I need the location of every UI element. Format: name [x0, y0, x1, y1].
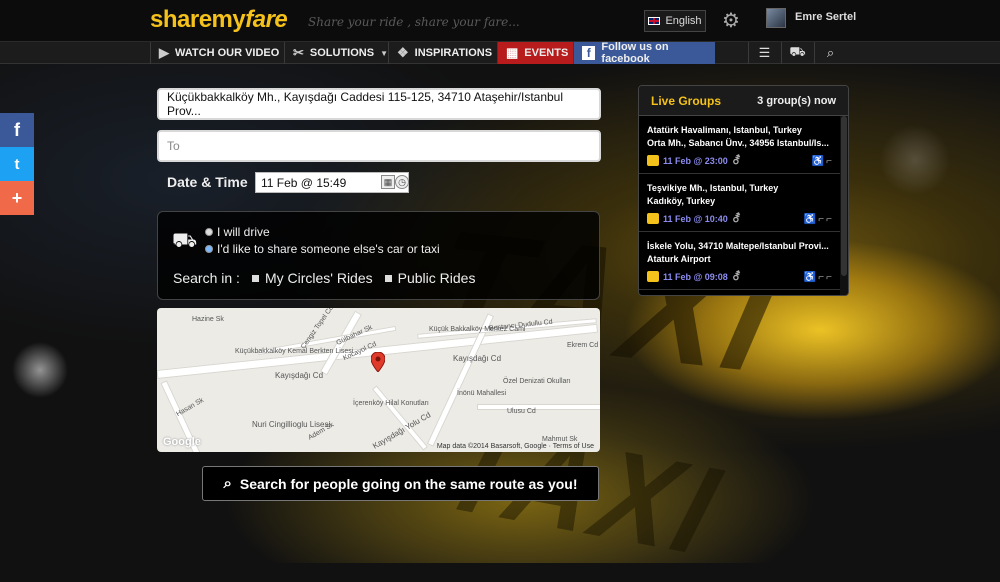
nav-solutions[interactable]: ✂ SOLUTIONS ▼ [284, 42, 388, 64]
search-route-button[interactable]: ⌕ Search for people going on the same ro… [202, 466, 599, 501]
map-label: Hazine Sk [192, 316, 224, 323]
map-label: Kayışdağı Cd [453, 354, 502, 363]
seats-icon: ♿⌐⌐ [803, 272, 834, 283]
map-label: Ekrem Cd [567, 342, 599, 349]
public-checkbox[interactable] [384, 274, 392, 282]
search-icon: ⌕ [223, 475, 232, 492]
live-groups-header: Live Groups 3 group(s) now [639, 86, 848, 116]
taxi-icon [647, 213, 659, 224]
circles-label[interactable]: My Circles' Rides [265, 270, 373, 286]
from-field[interactable]: Küçükbakkalköy Mh., Kayışdağı Caddesi 11… [157, 88, 601, 120]
logo[interactable]: sharemyfare [150, 6, 288, 34]
chevron-down-icon: ▼ [380, 48, 388, 58]
option-drive[interactable]: I will drive [205, 225, 270, 239]
ride-options-panel: ⛟ I will drive I'd like to share someone… [157, 211, 600, 300]
play-icon: ▶ [159, 45, 169, 60]
map-label: Özel Denizati Okulları [503, 378, 571, 385]
main-nav: ▶ WATCH OUR VIDEO ✂ SOLUTIONS ▼ ❖ INSPIRATIO… [0, 41, 1000, 65]
map-label: Kayışdağı Cd [275, 371, 324, 380]
car-icon[interactable]: ⛟ [781, 42, 813, 64]
nav-inspirations[interactable]: ❖ INSPIRATIONS [388, 42, 497, 64]
tagline: Share your ride , share your fare... [308, 15, 520, 29]
radio-drive[interactable] [205, 228, 213, 236]
route-map[interactable]: Hazine Sk Cengiz Topel Cd Gülbahar Sk Kü… [157, 308, 600, 452]
public-label[interactable]: Public Rides [398, 270, 476, 286]
live-groups-title: Live Groups [651, 93, 722, 108]
gear-icon[interactable]: ⚙ [722, 8, 740, 33]
tools-icon: ✂ [293, 45, 304, 60]
map-label: Mahmut Sk [542, 436, 578, 443]
user-name[interactable]: Emre Sertel [795, 11, 856, 23]
to-field[interactable]: To [157, 130, 601, 162]
car-icon: ⛟ [172, 230, 198, 252]
seats-icon: ♿⌐⌐ [803, 214, 834, 225]
list-view-icon[interactable]: ☰ [748, 42, 780, 64]
gender-icon: ⚦ [731, 271, 742, 283]
live-groups-scrollbar[interactable] [840, 116, 848, 295]
gender-icon: ⚦ [731, 213, 742, 225]
option-share[interactable]: I'd like to share someone else's car or … [205, 242, 440, 256]
nav-facebook[interactable]: f Follow us on facebook [573, 41, 715, 65]
radio-share[interactable] [205, 245, 213, 253]
map-road [477, 404, 600, 410]
live-group-item[interactable]: Teşvikiye Mh., Istanbul, Turkey Kadıköy,… [639, 174, 840, 232]
search-icon[interactable]: ⌕ [814, 42, 846, 64]
twitter-share-icon[interactable]: t [0, 147, 34, 181]
map-attribution[interactable]: Map data ©2014 Basarsoft, Google · Terms… [437, 443, 594, 450]
live-groups-count: 3 group(s) now [757, 94, 836, 107]
facebook-share-icon[interactable]: f [0, 113, 34, 147]
top-bar: sharemyfare Share your ride , share your… [0, 0, 1000, 42]
live-groups-panel: Live Groups 3 group(s) now Atatürk Haval… [638, 85, 849, 296]
facebook-icon: f [582, 46, 596, 60]
nav-events[interactable]: ▦ EVENTS [497, 42, 573, 64]
live-group-item[interactable]: İskele Yolu, 34710 Maltepe/Istanbul Prov… [639, 232, 840, 290]
calendar-icon: ▦ [506, 45, 519, 60]
uk-flag-icon [648, 17, 661, 25]
map-brand: Google [163, 436, 201, 448]
seats-icon: ♿⌐ [811, 156, 834, 167]
map-pin-icon[interactable] [371, 352, 385, 372]
calendar-icon[interactable]: ▦ [381, 175, 395, 189]
nav-watch-video[interactable]: ▶ WATCH OUR VIDEO [150, 42, 284, 64]
gender-icon: ⚦ [731, 155, 742, 167]
taxi-icon [647, 271, 659, 282]
map-label: Ulusu Cd [507, 408, 536, 415]
inspirations-icon: ❖ [397, 45, 409, 60]
datetime-input[interactable]: 11 Feb @ 15:49 ▦ ◷ [255, 172, 409, 193]
taxi-icon [647, 155, 659, 166]
language-label: English [665, 15, 702, 27]
map-label: İnönü Mahallesi [457, 390, 507, 397]
language-selector[interactable]: English [644, 10, 706, 32]
avatar[interactable] [766, 8, 786, 28]
clock-icon[interactable]: ◷ [395, 175, 409, 189]
live-group-item[interactable]: Atatürk Havalimanı, Istanbul, Turkey Ort… [639, 116, 840, 174]
plus-share-icon[interactable]: + [0, 181, 34, 215]
circles-checkbox[interactable] [251, 274, 259, 282]
search-scope: Search in : My Circles' Rides Public Rid… [173, 270, 476, 286]
map-label: İçerenköy Hilal Konutları [353, 400, 429, 407]
datetime-label: Date & Time [167, 174, 248, 190]
map-label: Küçükbakkalköy Kemal Berkten Lisesi [235, 348, 354, 355]
